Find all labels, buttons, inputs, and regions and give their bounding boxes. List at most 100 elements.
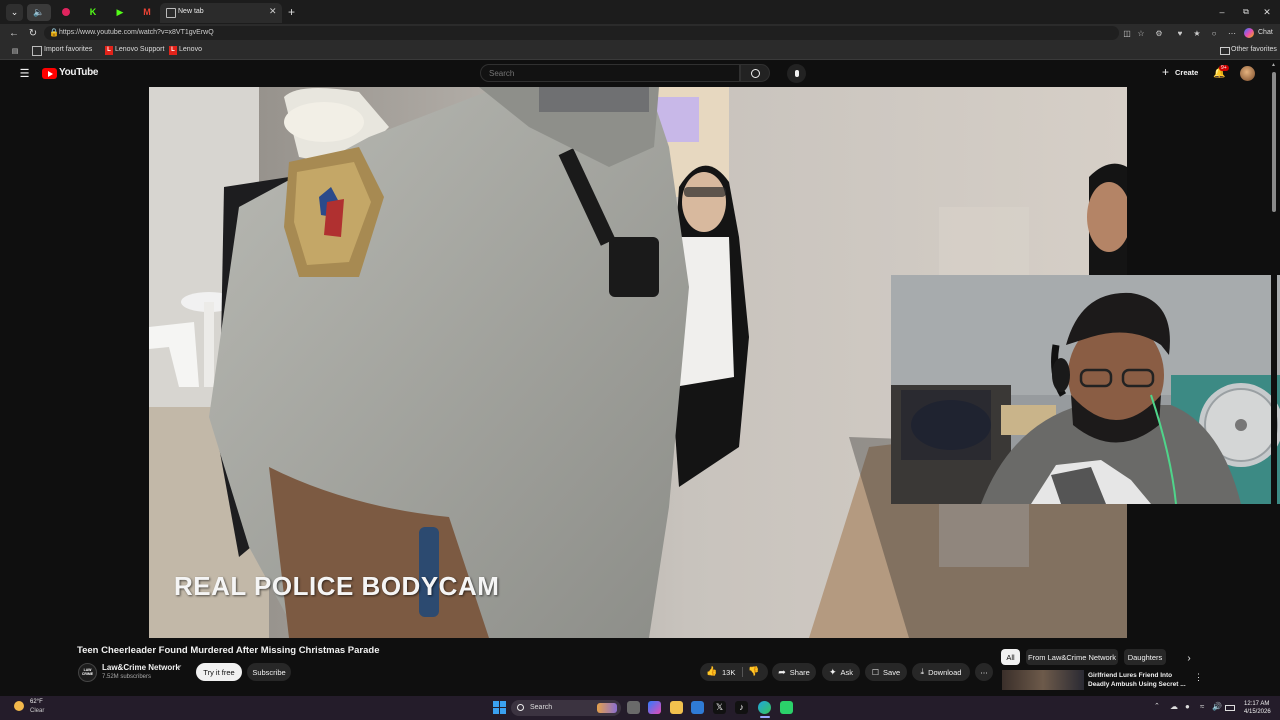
collections-icon[interactable]: ★ [1192, 28, 1202, 38]
new-tab-button[interactable]: + [285, 5, 298, 19]
recommendation-title: Girlfriend Lures Friend Into [1088, 672, 1173, 679]
taskbar-search[interactable]: Search [511, 700, 621, 716]
favorite-star-icon[interactable]: ☆ [1136, 28, 1146, 38]
channel-avatar[interactable]: LAW CRIME [78, 663, 97, 682]
pinned-tab-record[interactable] [60, 6, 72, 18]
video-overlay-text: REAL POLICE BODYCAM [174, 571, 500, 601]
audio-tab[interactable]: 🔈 [27, 4, 51, 21]
copilot-taskbar-icon[interactable] [648, 701, 661, 714]
start-button[interactable] [493, 701, 506, 714]
tab-actions-button[interactable]: ⌄ [6, 4, 23, 21]
chip-daughters[interactable]: Daughters [1124, 649, 1166, 665]
channel-name[interactable]: Law&Crime Network [102, 663, 180, 672]
youtube-logo-text: YouTube [59, 67, 99, 78]
volume-icon[interactable]: 🔊 [1212, 702, 1222, 711]
lenovo-icon: L [105, 46, 113, 55]
try-it-free-button[interactable]: Try it free [196, 663, 242, 681]
video-title: Teen Cheerleader Found Murdered After Mi… [77, 645, 380, 656]
avatar[interactable] [1240, 66, 1255, 81]
windows-logo-icon-3 [493, 708, 499, 714]
close-tab-icon[interactable]: ✕ [269, 6, 277, 17]
battery-icon[interactable] [1225, 705, 1235, 711]
chat-label: Chat [1258, 29, 1273, 36]
webcam-overlay [891, 275, 1280, 504]
clock-date[interactable]: 4/15/2026 [1244, 709, 1271, 715]
refresh-button[interactable]: ↻ [27, 27, 39, 39]
more-actions-button[interactable]: ⋯ [975, 663, 993, 681]
scroll-thumb[interactable] [1272, 72, 1276, 212]
subscribe-button[interactable]: Subscribe [247, 663, 291, 681]
tray-overflow-icon[interactable]: ⌃ [1154, 702, 1160, 710]
like-count: 13K [722, 668, 736, 677]
favorites-bar-toggle[interactable]: ▤ [10, 46, 20, 55]
app-green-icon[interactable] [780, 701, 793, 714]
create-label: Create [1175, 68, 1199, 77]
search-icon [517, 704, 524, 711]
close-window-button[interactable]: ✕ [1259, 5, 1275, 19]
page-scrollbar[interactable]: ▲ ▼ [1271, 62, 1277, 694]
share-button[interactable]: ➦ Share [772, 663, 816, 681]
taskbar-search-label: Search [530, 704, 553, 711]
more-options-icon[interactable]: ⋯ [1227, 28, 1237, 38]
chip-from-channel[interactable]: From Law&Crime Network [1026, 649, 1118, 665]
windows-logo-icon-4 [500, 708, 506, 714]
cloud-icon[interactable]: ☁ [1170, 702, 1178, 711]
edge-icon[interactable] [758, 701, 771, 714]
search-highlight-icon [597, 703, 617, 713]
copilot-icon [1244, 28, 1254, 38]
store-icon[interactable] [691, 701, 704, 714]
x-app-icon[interactable]: 𝕏 [713, 701, 726, 714]
youtube-logo[interactable]: YouTube [42, 67, 99, 81]
file-explorer-icon[interactable] [670, 701, 683, 714]
tab-title: New tab [178, 8, 204, 15]
scroll-up-icon[interactable]: ▲ [1271, 62, 1276, 68]
pinned-tab-kick[interactable]: K [87, 6, 99, 18]
dislike-button[interactable]: 👎 [748, 666, 762, 678]
search-button[interactable] [740, 64, 770, 82]
microphone-tray-icon[interactable]: ● [1185, 702, 1190, 711]
menu-button[interactable]: ☰ [18, 67, 31, 80]
copilot-chat-button[interactable]: Chat [1244, 27, 1276, 39]
browser-essentials-icon[interactable]: ♥ [1175, 28, 1185, 38]
weather-widget[interactable]: 62°F Clear [14, 699, 74, 717]
notification-badge: 9+ [1219, 65, 1229, 71]
extensions-icon[interactable]: ⚙ [1154, 28, 1164, 38]
back-button[interactable]: ← [8, 27, 20, 39]
tiktok-icon[interactable]: ♪ [735, 701, 748, 714]
create-button[interactable]: + Create [1158, 65, 1202, 81]
wifi-icon[interactable]: ≈ [1200, 702, 1204, 711]
recommendation-item[interactable]: Girlfriend Lures Friend Into Deadly Ambu… [1002, 670, 1203, 690]
active-tab[interactable]: New tab ✕ [160, 3, 282, 23]
pinned-tab-gmail[interactable]: M [141, 6, 153, 18]
pinned-tab-play[interactable]: ▶ [114, 6, 126, 18]
lock-icon: 🔒 [49, 28, 59, 37]
download-label: Download [928, 667, 962, 677]
task-view-icon[interactable] [627, 701, 640, 714]
clock-time[interactable]: 12:17 AM [1244, 701, 1269, 707]
chip-label: From Law&Crime Network [1028, 652, 1116, 662]
more-horizontal-icon: ⋯ [980, 667, 988, 677]
chips-next-button[interactable]: › [1182, 651, 1196, 665]
weather-desc: Clear [30, 708, 45, 714]
ask-button[interactable]: ✦ Ask [822, 663, 860, 681]
minimize-icon: – [1219, 7, 1225, 17]
thumbs-down-icon: 👎 [748, 666, 760, 676]
chip-all[interactable]: All [1001, 649, 1020, 665]
more-vertical-icon[interactable]: ⋮ [1194, 672, 1203, 683]
voice-search-button[interactable] [787, 64, 806, 83]
try-label: Try it free [203, 667, 235, 677]
like-button[interactable]: 👍 13K [706, 666, 740, 678]
plus-icon: + [1162, 65, 1170, 79]
save-button[interactable]: ☐ Save [865, 663, 907, 681]
minimize-button[interactable]: – [1214, 5, 1230, 19]
split-screen-icon[interactable]: ◫ [1122, 28, 1132, 38]
profile-sync-icon[interactable]: ○ [1209, 28, 1219, 38]
url-field[interactable]: 🔒 https://www.youtube.com/watch?v=x8VT1g… [44, 26, 1119, 40]
restore-button[interactable]: ⧉ [1238, 5, 1254, 19]
active-app-indicator [760, 716, 770, 718]
search-input[interactable] [480, 64, 740, 82]
download-button[interactable]: ⤓ Download [912, 663, 970, 681]
notifications-button[interactable]: 🔔 9+ [1212, 65, 1229, 80]
download-icon: ⤓ [920, 667, 925, 676]
restore-icon: ⧉ [1243, 7, 1249, 16]
